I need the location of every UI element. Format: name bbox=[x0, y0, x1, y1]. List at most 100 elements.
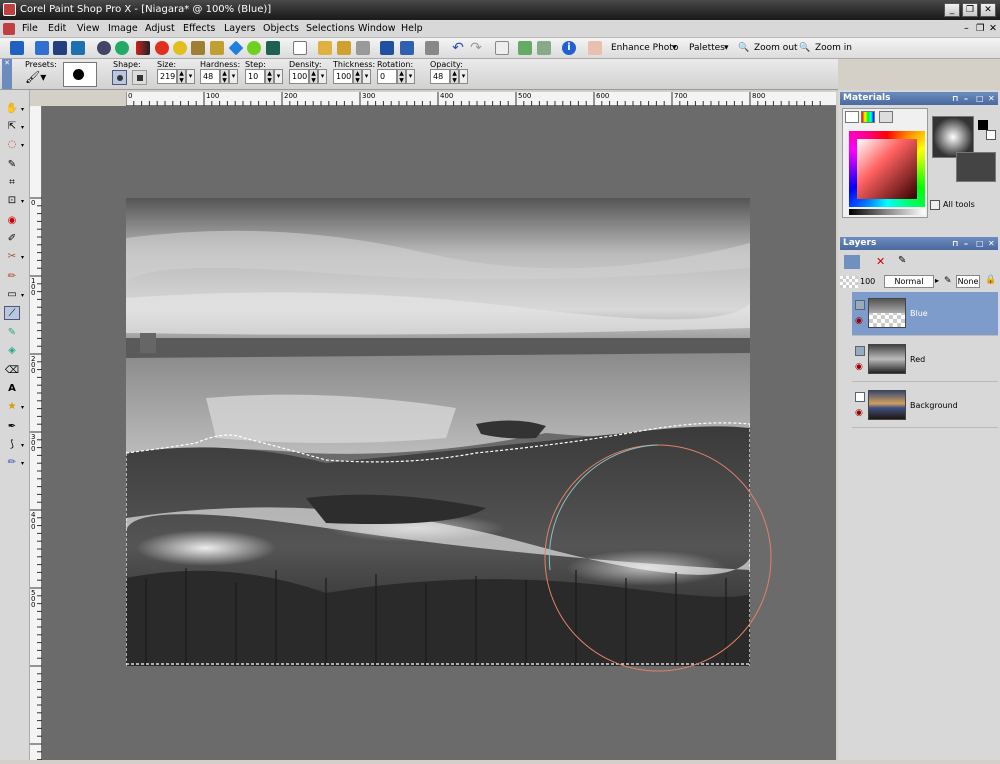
browse-icon[interactable] bbox=[10, 41, 24, 55]
visibility-eye-icon[interactable]: ◉ bbox=[855, 408, 863, 418]
close-button[interactable]: ✕ bbox=[980, 3, 996, 17]
rotation-dropdown[interactable]: ▾ bbox=[406, 69, 415, 84]
enhance-photo-button[interactable]: Enhance Photo bbox=[611, 43, 678, 53]
layer-opacity-value[interactable]: 100 bbox=[860, 277, 875, 286]
pan-tool-dropdown-icon[interactable]: ▾ bbox=[21, 106, 24, 113]
pen-tool-icon[interactable]: ✒ bbox=[4, 420, 20, 434]
all-tools-checkbox[interactable] bbox=[930, 200, 940, 210]
menu-objects[interactable]: Objects bbox=[263, 23, 299, 34]
warp-brush-icon[interactable]: ⟆ bbox=[4, 438, 20, 452]
thickness-input[interactable]: 100 bbox=[333, 69, 353, 84]
opacity-input[interactable]: 48 bbox=[430, 69, 450, 84]
layers-toggle-icon[interactable] bbox=[53, 41, 67, 55]
move-tool-icon[interactable]: ⊡ bbox=[4, 194, 20, 208]
rotation-input[interactable]: 0 bbox=[377, 69, 397, 84]
size-input[interactable]: 219 bbox=[157, 69, 177, 84]
layers-pin-icon[interactable]: ⊓ bbox=[952, 237, 958, 250]
palettes-button[interactable]: Palettes bbox=[689, 43, 725, 53]
paint-brush-icon[interactable]: ✏ bbox=[4, 270, 20, 284]
print-icon[interactable] bbox=[425, 41, 439, 55]
globe-icon[interactable] bbox=[115, 41, 129, 55]
size-dropdown[interactable]: ▾ bbox=[186, 69, 195, 84]
rotate-icon[interactable] bbox=[537, 41, 551, 55]
hardness-dropdown[interactable]: ▾ bbox=[229, 69, 238, 84]
materials-palette-header[interactable]: Materials ⊓ – □ ✕ bbox=[840, 92, 998, 105]
delete-layer-icon[interactable]: ✕ bbox=[876, 255, 890, 269]
enhance-photo-dropdown-icon[interactable]: ▾ bbox=[672, 43, 677, 53]
opacity-dropdown[interactable]: ▾ bbox=[459, 69, 468, 84]
app-icon[interactable] bbox=[3, 3, 16, 16]
texture-icon[interactable] bbox=[191, 41, 205, 55]
red-eye-tool-icon[interactable]: ◉ bbox=[4, 214, 20, 228]
overview-icon[interactable] bbox=[71, 41, 85, 55]
open-folder-icon[interactable] bbox=[318, 41, 332, 55]
menu-help[interactable]: Help bbox=[401, 23, 423, 34]
layers-close-icon[interactable]: ✕ bbox=[988, 237, 995, 250]
blend-dropdown-icon[interactable]: ▸ bbox=[935, 276, 939, 285]
move-tool-dropdown-icon[interactable]: ▾ bbox=[21, 198, 24, 205]
blend-mode-select[interactable]: Normal bbox=[884, 275, 934, 288]
layers-restore-icon[interactable]: □ bbox=[976, 237, 984, 250]
crop-icon[interactable] bbox=[518, 41, 532, 55]
effect-yellow-icon[interactable] bbox=[173, 41, 187, 55]
palettes-dropdown-icon[interactable]: ▾ bbox=[724, 43, 729, 53]
step-input[interactable]: 10 bbox=[245, 69, 265, 84]
pin-icon[interactable]: ⊓ bbox=[952, 92, 958, 105]
pan-tool-icon[interactable]: ✋ bbox=[4, 102, 20, 116]
crop-tool-icon[interactable]: ⌗ bbox=[4, 176, 20, 190]
mask-brush-icon[interactable]: ✎ bbox=[944, 276, 952, 286]
visibility-eye-icon[interactable]: ◉ bbox=[855, 362, 863, 372]
layer-name[interactable]: Blue bbox=[910, 309, 928, 318]
undo-icon[interactable]: ↶ bbox=[451, 41, 465, 55]
lighten-tool-icon[interactable]: ✎ bbox=[4, 326, 20, 340]
menu-adjust[interactable]: Adjust bbox=[145, 23, 175, 34]
step-dropdown[interactable]: ▾ bbox=[274, 69, 283, 84]
redo-icon[interactable]: ↷ bbox=[469, 41, 483, 55]
saturation-box[interactable] bbox=[857, 139, 917, 199]
fg-mini-swatch[interactable] bbox=[978, 120, 988, 130]
new-file-icon[interactable] bbox=[293, 41, 307, 55]
rectangle-tool-icon[interactable]: ▭ bbox=[4, 288, 20, 302]
freehand-selection-icon[interactable]: ◌ bbox=[4, 138, 20, 152]
brush-tip-preview[interactable] bbox=[63, 62, 97, 87]
rainbow-tab-icon[interactable] bbox=[861, 111, 875, 123]
layers-palette-header[interactable]: Layers ⊓ – □ ✕ bbox=[840, 237, 998, 250]
art-media-dropdown-icon[interactable]: ▾ bbox=[21, 460, 24, 467]
menu-file[interactable]: File bbox=[22, 23, 38, 34]
preset-shape-dropdown-icon[interactable]: ▾ bbox=[21, 404, 24, 411]
thickness-spinner[interactable]: ▲ ▼ bbox=[353, 69, 362, 84]
doc-close-icon[interactable]: ✕ bbox=[989, 23, 997, 34]
doc-restore-icon[interactable]: ❐ bbox=[976, 23, 985, 34]
menu-layers[interactable]: Layers bbox=[224, 23, 255, 34]
zoom-in-icon[interactable]: 🔍 bbox=[799, 43, 810, 53]
layer-row-red[interactable]: ◉ Red bbox=[852, 338, 998, 382]
menu-window[interactable]: Window bbox=[358, 23, 395, 34]
color-wheel[interactable] bbox=[849, 131, 925, 207]
menu-edit[interactable]: Edit bbox=[48, 23, 66, 34]
effect-red-icon[interactable] bbox=[155, 41, 169, 55]
round-shape-button[interactable] bbox=[112, 70, 127, 85]
bg-mini-swatch[interactable] bbox=[986, 130, 996, 140]
screen-icon[interactable] bbox=[35, 41, 49, 55]
text-tool-icon[interactable]: A bbox=[4, 382, 20, 396]
minimize-button[interactable]: _ bbox=[944, 3, 960, 17]
learning-center-icon[interactable] bbox=[588, 41, 602, 55]
warp-brush-dropdown-icon[interactable]: ▾ bbox=[21, 442, 24, 449]
layers-minimize-icon[interactable]: – bbox=[964, 237, 968, 250]
visibility-eye-icon[interactable]: ◉ bbox=[855, 316, 863, 326]
background-swatch[interactable] bbox=[956, 152, 996, 182]
clone-tool-dropdown-icon[interactable]: ▾ bbox=[21, 254, 24, 261]
diamond-icon[interactable] bbox=[228, 40, 244, 56]
scanner-icon[interactable] bbox=[356, 41, 370, 55]
burst-icon[interactable] bbox=[247, 41, 261, 55]
save-icon[interactable] bbox=[380, 41, 394, 55]
square-shape-button[interactable] bbox=[132, 70, 147, 85]
menu-selections[interactable]: Selections bbox=[306, 23, 355, 34]
resize-icon[interactable] bbox=[495, 41, 509, 55]
swatches-tab-icon[interactable] bbox=[879, 111, 893, 123]
airbrush-tool-icon[interactable]: ⟋ bbox=[4, 306, 20, 320]
pick-tool-icon[interactable]: ⇱ bbox=[4, 120, 20, 134]
browse-folder-icon[interactable] bbox=[337, 41, 351, 55]
mask-select[interactable]: None bbox=[956, 275, 980, 288]
density-input[interactable]: 100 bbox=[289, 69, 309, 84]
